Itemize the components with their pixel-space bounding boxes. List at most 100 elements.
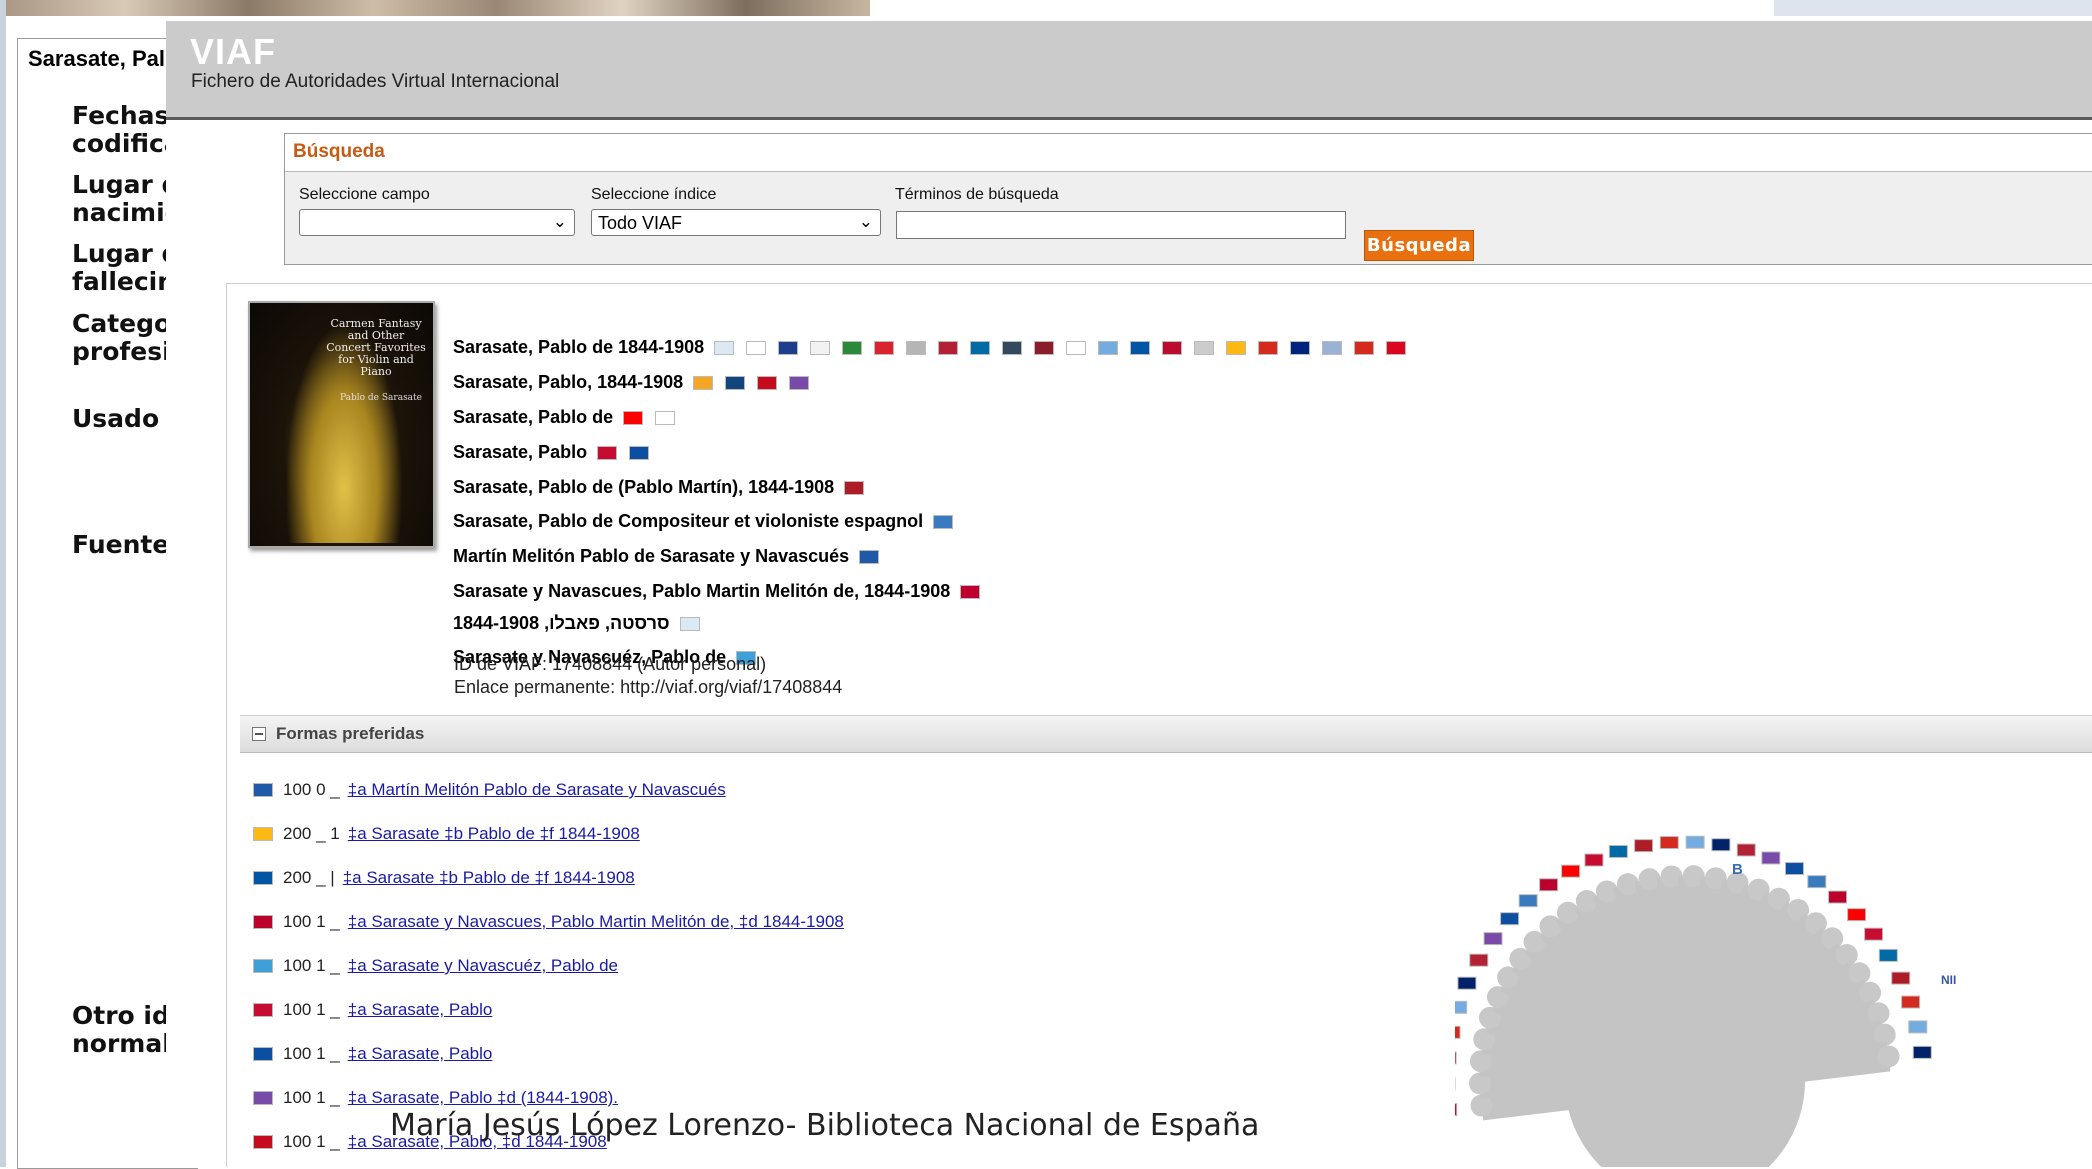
cluster-source-flag-icon[interactable]: [1540, 879, 1558, 891]
search-button[interactable]: Búsqueda: [1364, 230, 1474, 261]
cluster-source-flag-icon[interactable]: [1519, 895, 1537, 907]
cluster-node[interactable]: [1821, 927, 1843, 949]
source-flag-icon[interactable]: [1098, 341, 1118, 355]
cluster-source-flag-icon[interactable]: [1848, 909, 1866, 921]
source-flag-icon[interactable]: [1386, 341, 1406, 355]
source-flag-icon[interactable]: [789, 376, 809, 390]
source-flag-icon[interactable]: [1322, 341, 1342, 355]
cluster-source-flag-icon[interactable]: [1712, 839, 1730, 851]
preferred-form-link[interactable]: ‡a Sarasate y Navascues, Pablo Martin Me…: [348, 912, 844, 932]
cluster-source-flag-icon[interactable]: [1484, 933, 1502, 945]
permalink[interactable]: Enlace permanente: http://viaf.org/viaf/…: [454, 677, 842, 698]
source-flag-icon[interactable]: [859, 550, 879, 564]
source-flag-icon[interactable]: [1194, 341, 1214, 355]
source-flag-icon[interactable]: [842, 341, 862, 355]
viaf-header: VIAF Fichero de Autoridades Virtual Inte…: [166, 21, 2092, 120]
cluster-source-flag-icon[interactable]: [1609, 845, 1627, 857]
source-flag-icon[interactable]: [725, 376, 745, 390]
source-flag-icon[interactable]: [844, 481, 864, 495]
cluster-node[interactable]: [1576, 890, 1598, 912]
cluster-source-flag-icon[interactable]: [1562, 865, 1580, 877]
cluster-source-flag-icon[interactable]: [1762, 852, 1780, 864]
preferred-form-link[interactable]: ‡a Sarasate, Pablo: [348, 1044, 493, 1064]
cluster-source-flag-icon[interactable]: [1686, 836, 1704, 848]
cluster-source-flag-icon[interactable]: [1455, 1001, 1467, 1013]
preferred-forms-title: Formas preferidas: [276, 724, 424, 744]
source-flag-icon[interactable]: [714, 341, 734, 355]
search-terms-input[interactable]: [896, 211, 1346, 239]
cluster-node[interactable]: [1878, 1045, 1900, 1067]
cluster-node[interactable]: [1557, 902, 1579, 924]
source-flag-icon[interactable]: [1034, 341, 1054, 355]
source-flag-icon[interactable]: [1002, 341, 1022, 355]
preferred-form-row: 100 1 _‡a Sarasate, Pablo: [253, 1044, 492, 1064]
cluster-node[interactable]: [1539, 915, 1561, 937]
preferred-form-link[interactable]: ‡a Sarasate, Pablo: [348, 1000, 493, 1020]
collapse-icon[interactable]: [252, 727, 266, 741]
source-flag-icon[interactable]: [1066, 341, 1086, 355]
cluster-source-flag-icon[interactable]: [1913, 1046, 1931, 1058]
source-flag-icon[interactable]: [746, 341, 766, 355]
source-flag-icon[interactable]: [629, 446, 649, 460]
source-flag-icon[interactable]: [597, 446, 617, 460]
source-flag-icon[interactable]: [680, 617, 700, 631]
name-form-text: Sarasate y Navascues, Pablo Martin Melit…: [453, 581, 950, 602]
preferred-forms-header[interactable]: Formas preferidas: [240, 715, 2092, 753]
field-select[interactable]: ⌄: [299, 209, 575, 236]
preferred-form-link[interactable]: ‡a Sarasate y Navascuéz, Pablo de: [348, 956, 618, 976]
cluster-node[interactable]: [1848, 962, 1870, 984]
cluster-source-flag-icon[interactable]: [1585, 854, 1603, 866]
cluster-node[interactable]: [1836, 944, 1858, 966]
preferred-form-link[interactable]: ‡a Sarasate ‡b Pablo de ‡f 1844-1908: [343, 868, 635, 888]
preferred-form-link[interactable]: ‡a Martín Melitón Pablo de Sarasate y Na…: [348, 780, 726, 800]
preferred-form-link[interactable]: ‡a Sarasate ‡b Pablo de ‡f 1844-1908: [348, 824, 640, 844]
name-form-row: Sarasate, Pablo: [453, 442, 661, 463]
cluster-source-flag-icon[interactable]: [1737, 844, 1755, 856]
viaf-logo[interactable]: VIAF: [190, 31, 276, 73]
cluster-source-flag-icon[interactable]: [1455, 1026, 1460, 1038]
cluster-source-flag-icon[interactable]: [1865, 928, 1883, 940]
preferred-form-link[interactable]: ‡a Sarasate, Pablo ‡d (1844-1908).: [348, 1088, 618, 1108]
source-flag-icon[interactable]: [623, 411, 643, 425]
cluster-source-flag-icon[interactable]: [1902, 996, 1920, 1008]
search-terms-label: Términos de búsqueda: [895, 186, 1059, 204]
source-flag-icon[interactable]: [655, 411, 675, 425]
source-flag-icon[interactable]: [757, 376, 777, 390]
source-flag-icon[interactable]: [810, 341, 830, 355]
cluster-source-flag-icon[interactable]: [1808, 876, 1826, 888]
cluster-source-flag-icon[interactable]: [1635, 840, 1653, 852]
index-select[interactable]: Todo VIAF ⌄: [591, 209, 881, 236]
source-flag-icon[interactable]: [778, 341, 798, 355]
top-right-bar: [1774, 0, 2092, 16]
book-cover-image[interactable]: Carmen Fantasy and Other Concert Favorit…: [248, 301, 435, 548]
cluster-source-flag-icon[interactable]: [1829, 891, 1847, 903]
source-flag-icon[interactable]: [938, 341, 958, 355]
cluster-source-flag-icon[interactable]: [1455, 1104, 1457, 1116]
cluster-source-flag-icon[interactable]: [1892, 972, 1910, 984]
source-flag-icon[interactable]: [693, 376, 713, 390]
source-flag-icon[interactable]: [1130, 341, 1150, 355]
source-flag-icon[interactable]: [906, 341, 926, 355]
source-flag-icon[interactable]: [1162, 341, 1182, 355]
cluster-source-flag-icon[interactable]: [1660, 837, 1678, 849]
marc-tag: 100 1 _: [283, 912, 340, 932]
source-flag-icon[interactable]: [1354, 341, 1374, 355]
source-flag-icon[interactable]: [1258, 341, 1278, 355]
source-flag-icon[interactable]: [970, 341, 990, 355]
source-flag-icon[interactable]: [1290, 341, 1310, 355]
source-flag-icon[interactable]: [933, 515, 953, 529]
cluster-source-flag-icon[interactable]: [1909, 1021, 1927, 1033]
label-lugar-fallecimiento: Lugar d fallecin: [72, 240, 179, 296]
cluster-source-flag-icon[interactable]: [1785, 863, 1803, 875]
source-flag-icon[interactable]: [874, 341, 894, 355]
source-flag-icon: [253, 1091, 273, 1105]
source-flag-icon: [253, 1047, 273, 1061]
cluster-source-flag-icon[interactable]: [1470, 954, 1488, 966]
cluster-source-flag-icon[interactable]: [1501, 913, 1519, 925]
source-flag-icon[interactable]: [960, 585, 980, 599]
cluster-source-flag-icon[interactable]: [1879, 949, 1897, 961]
source-flag-icon[interactable]: [1226, 341, 1246, 355]
name-form-text: Sarasate, Pablo, 1844-1908: [453, 372, 683, 393]
cluster-source-flag-icon[interactable]: [1458, 977, 1476, 989]
cluster-source-flag-icon[interactable]: [1455, 1052, 1456, 1064]
